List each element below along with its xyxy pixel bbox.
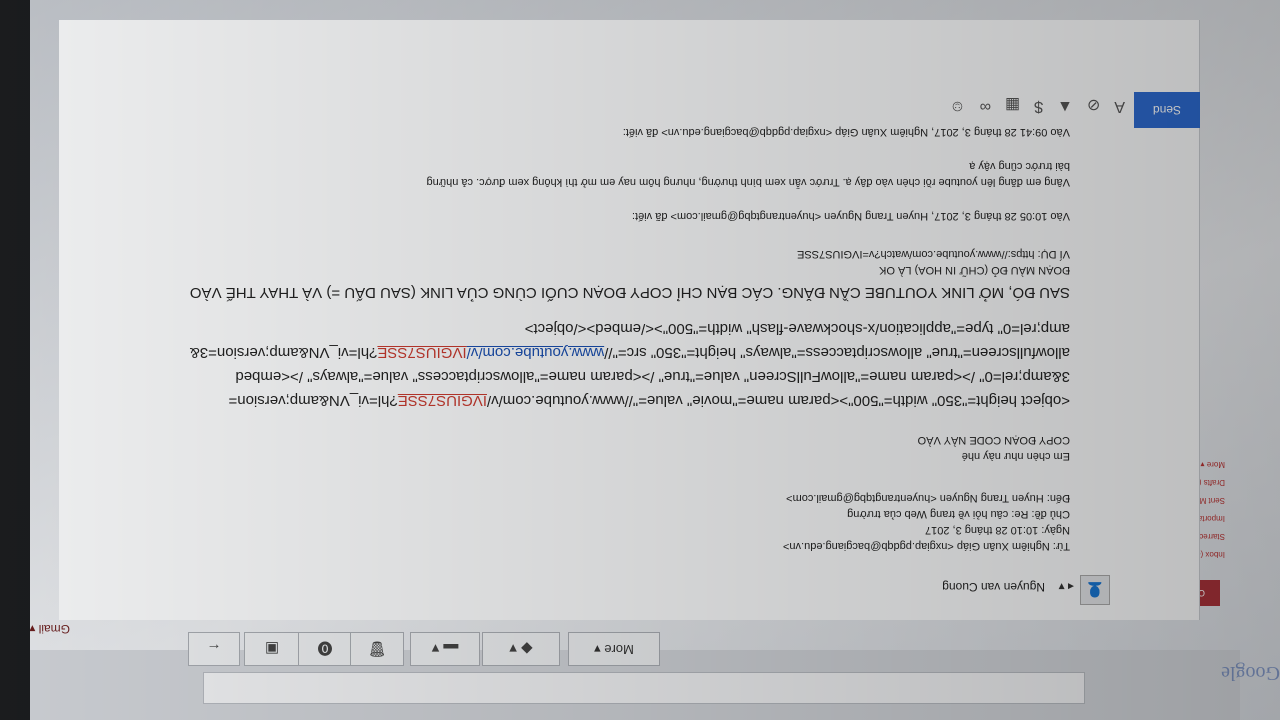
google-logo: Google [1221,662,1280,684]
report-spam-icon: ⓿ [317,639,333,657]
money-icon[interactable]: $ [1034,95,1043,115]
back-arrow-icon: ← [206,640,222,658]
drive-icon[interactable]: ▲ [1057,95,1073,115]
code-line-1-tail: ?hl=vi_VN&amp;version= [228,392,398,409]
monitor-screen: Google Gmail ▾ ← ▣ ⓿ 🗑 ▬ ▾ ◆ ▾ More ▾ CO… [0,0,1280,720]
quote2-header: Vào 10:05 28 tháng 3, 2017, Huyen Trang … [631,210,1070,222]
youtube-link[interactable]: www.youtube.com/v/ [467,344,605,361]
photo-icon[interactable]: ▦ [1005,95,1020,115]
reply-body[interactable]: Từ: Nghiêm Xuân Giáp <nxgiap.pgdqb@bacgi… [70,0,1070,570]
quote3-body: Vâng em đăng lên youtube rồi chèn vào đâ… [426,176,1070,188]
intro-line-1: Em chèn như này nhé [961,450,1070,462]
move-to-button[interactable]: ▬ ▾ [410,632,480,666]
code-line-1: <object height="350" width="500"><param … [229,392,1071,409]
quote-from: Từ: Nghiêm Xuân Giáp <nxgiap.pgdqb@bacgi… [783,540,1070,552]
report-spam-button[interactable]: ⓿ [298,632,352,666]
code-line-3-text: allowfullscreen="true" allowscriptaccess… [604,344,1070,361]
quote-to: Đến: Huyen Trang Nguyen <huyentrangtqbg@… [786,492,1070,504]
nav-item-starred[interactable]: Starred [1199,532,1225,541]
quote5-header: Vào 09:41 28 tháng 3, 2017, Nghiêm Xuân … [622,126,1070,138]
instruction-line-1: SAU ĐÓ, MỞ LINK YOUTUBE CẦN ĐĂNG. CÁC BẠ… [189,284,1070,301]
trash-icon: 🗑 [367,640,387,657]
more-button[interactable]: More ▾ [568,632,660,666]
code-line-2: 3&amp;rel=0" /><param name="allowFullScr… [235,368,1070,385]
search-input[interactable] [203,672,1085,704]
label-icon: ◆ ▾ [509,640,533,657]
compose-format-bar: A ⊘ ▲ $ ▦ ∞ ☺ [949,95,1125,115]
instruction-line-2: ĐOẠN MÀU ĐỎ (CHỮ IN HOA) LÀ OK [879,264,1070,276]
intro-line-2: COPY ĐOẠN CODE NÀY VÀO [917,434,1070,446]
video-id-red: IVGIUS7SSE [397,392,487,409]
quote4-body: bài trước cũng vậy ạ [969,160,1070,172]
code-line-1-text: <object height="350" width="500"><param … [486,392,1070,409]
quote-subject: Chủ đề: Re: câu hỏi về trang Web của trư… [847,508,1070,520]
emoji-icon[interactable]: ☺ [949,95,965,115]
message-toolbar: ← ▣ ⓿ 🗑 ▬ ▾ ◆ ▾ More ▾ [188,632,1100,672]
attach-icon[interactable]: ⊘ [1087,95,1100,115]
quote-date: Ngày: 10:10 28 tháng 3, 2017 [925,524,1070,536]
example-link[interactable]: VÍ DỤ: https://www.youtube.com/watch?v=I… [797,248,1070,260]
reply-type-dropdown[interactable]: ◂ ▾ [1059,580,1074,594]
link-icon[interactable]: ∞ [980,95,991,115]
rotated-photo-stage: Google Gmail ▾ ← ▣ ⓿ 🗑 ▬ ▾ ◆ ▾ More ▾ CO… [0,0,1280,720]
labels-button[interactable]: ◆ ▾ [482,632,560,666]
nav-item-more[interactable]: More ▾ [1201,460,1225,469]
gmail-menu[interactable]: Gmail ▾ [29,622,70,636]
monitor-bezel [0,0,30,720]
folder-icon: ▬ ▾ [431,640,459,657]
code-line-3-tail: ?hl=vi_VN&amp;version=3& [189,344,378,361]
delete-button[interactable]: 🗑 [350,632,404,666]
code-line-3: allowfullscreen="true" allowscriptaccess… [190,344,1070,361]
back-button[interactable]: ← [188,632,240,666]
text-format-icon[interactable]: A [1114,95,1125,115]
recipient-chip[interactable]: Nguyen van Cuong [942,580,1045,594]
code-line-4: amp;rel=0" type="application/x-shockwave… [524,320,1070,337]
avatar: 👤 [1080,575,1110,605]
send-button[interactable]: Send [1134,92,1200,128]
archive-icon: ▣ [264,640,280,657]
archive-button[interactable]: ▣ [244,632,300,666]
video-id-red-2: IVGIUS7SSE [377,344,467,361]
